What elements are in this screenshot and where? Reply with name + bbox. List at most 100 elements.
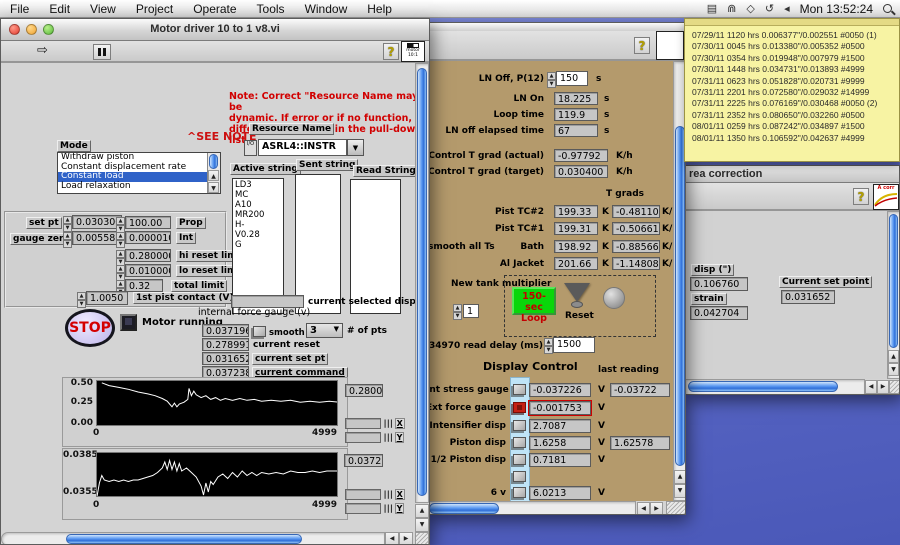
lo-reset-spinner[interactable]: ▲ ▼ [116, 265, 125, 281]
new-tank-spinner[interactable]: ▲ ▼ [453, 304, 462, 320]
horizontal-scrollbar-thumb[interactable] [66, 534, 302, 544]
scroll-down-arrow[interactable]: ▼ [674, 484, 685, 498]
num-pts-dropdown[interactable]: 3 ▼ [306, 323, 343, 338]
binoculars-menu-icon[interactable]: ⋒ [727, 2, 736, 15]
acorr-vi-icon[interactable]: A corr [873, 184, 899, 210]
horizontal-scrollbar-thumb[interactable] [688, 381, 838, 392]
help-button[interactable]: ? [853, 188, 869, 205]
y-scale-icon[interactable]: Y [394, 432, 405, 443]
run-button[interactable]: ⇨ [37, 43, 48, 58]
close-button[interactable] [9, 24, 20, 35]
mode-item-load-relax[interactable]: Load relaxation [58, 181, 207, 192]
lo-reset-value[interactable]: 0.010000 [125, 264, 171, 277]
sticky-notes-body[interactable]: 07/29/11 1120 hrs 0.006377"/0.002551 #00… [685, 26, 899, 144]
scroll-right-arrow[interactable]: ▶ [877, 380, 889, 394]
loop-150sec-button[interactable]: 150-sec Loop [512, 287, 556, 324]
prop-value[interactable]: 100.00 [125, 216, 171, 229]
graph1-x-scale-palette[interactable]: ┃┃┃ X [345, 418, 405, 429]
scroll-up-arrow[interactable]: ▲ [888, 350, 899, 363]
pause-button[interactable] [93, 44, 111, 60]
help-button[interactable]: ? [383, 43, 399, 60]
tgrad-target-value[interactable]: 0.030400 [554, 165, 608, 178]
sticky-notes-titlebar[interactable] [685, 19, 899, 26]
menu-edit[interactable]: Edit [39, 2, 80, 16]
scroll-right-arrow[interactable]: ▶ [399, 532, 413, 544]
scroll-up-arrow[interactable]: ▲ [415, 504, 429, 518]
half-piston-disp-toggle[interactable] [513, 454, 526, 465]
vertical-scrollbar[interactable]: ▲ ▼ [887, 211, 899, 379]
mode-listbox-scrollbar[interactable]: ▲ ▼ [207, 153, 220, 193]
total-limit-value[interactable]: 0.32 [125, 279, 163, 292]
scroll-up-arrow[interactable]: ▲ [674, 470, 685, 484]
horizontal-scrollbar[interactable] [685, 379, 865, 394]
vi-icon[interactable] [656, 31, 684, 60]
menu-help[interactable]: Help [357, 2, 402, 16]
zoom-button[interactable] [43, 24, 54, 35]
horizontal-scrollbar[interactable] [1, 532, 385, 544]
x-scale-icon[interactable]: X [394, 489, 405, 500]
menu-view[interactable]: View [80, 2, 126, 16]
hi-reset-value[interactable]: 0.280000 [125, 249, 171, 262]
vertical-scrollbar-thumb[interactable] [675, 126, 685, 466]
resize-grip[interactable] [666, 501, 685, 514]
scroll-right-arrow[interactable]: ▶ [650, 502, 663, 514]
scroll-down-arrow[interactable]: ▼ [888, 363, 899, 376]
resize-grip[interactable] [415, 532, 429, 544]
read-string-box[interactable] [350, 179, 401, 314]
prop-spinner[interactable]: ▲ ▼ [116, 217, 125, 233]
spare-toggle[interactable] [513, 471, 526, 482]
resource-name-combo[interactable]: ASRL4::INSTR [258, 139, 347, 156]
minimize-button[interactable] [26, 24, 37, 35]
hi-reset-spinner[interactable]: ▲ ▼ [116, 250, 125, 266]
set-pt-spinner[interactable]: ▲ ▼ [63, 216, 72, 232]
reset-funnel-button[interactable] [564, 283, 590, 302]
scroll-left-arrow[interactable]: ◀ [385, 532, 399, 544]
int-value[interactable]: 0.000010 [125, 231, 171, 244]
horizontal-scrollbar[interactable] [426, 501, 636, 514]
resource-dropdown-arrow[interactable]: ▼ [347, 139, 364, 156]
resize-grip[interactable] [889, 380, 899, 394]
read-delay-spinner[interactable]: ▲ ▼ [544, 338, 553, 354]
vertical-scrollbar-thumb[interactable] [889, 214, 898, 348]
six-v-toggle[interactable] [513, 487, 526, 498]
mode-scroll-down[interactable]: ▼ [208, 182, 219, 193]
mode-scroll-up[interactable]: ▲ [208, 170, 219, 181]
ext-force-gauge-toggle[interactable] [513, 402, 526, 413]
new-tank-value[interactable]: 1 [463, 304, 479, 318]
menu-clock[interactable]: Mon 13:52:24 [800, 2, 873, 16]
horizontal-scrollbar-thumb[interactable] [429, 503, 499, 514]
spotlight-icon[interactable] [883, 4, 892, 13]
pist-contact-spinner[interactable]: ▲ ▼ [77, 292, 86, 308]
read-delay-value[interactable]: 1500 [553, 337, 595, 353]
set-pt-value[interactable]: 0.030300 [72, 215, 122, 229]
menu-window[interactable]: Window [295, 2, 358, 16]
stop-button[interactable]: STOP [65, 309, 115, 347]
sent-string-box[interactable] [295, 174, 341, 314]
scroll-down-arrow[interactable]: ▼ [415, 518, 429, 532]
pist-contact-value[interactable]: 1.0050 [86, 291, 128, 305]
smooth-toggle[interactable] [253, 326, 266, 337]
gauge-zero-spinner[interactable]: ▲ ▼ [63, 232, 72, 248]
y-scale-icon[interactable]: Y [394, 503, 405, 514]
int-spinner[interactable]: ▲ ▼ [116, 232, 125, 248]
menu-operate[interactable]: Operate [183, 2, 246, 16]
airport-menu-icon[interactable]: ◇ [746, 2, 754, 15]
help-button[interactable]: ? [634, 37, 650, 54]
motor-running-led[interactable] [120, 314, 137, 331]
motor-vi-icon[interactable]: motor 10:1 [401, 41, 425, 62]
ln-off-spinner[interactable]: ▲ ▼ [547, 72, 556, 88]
mode-listbox[interactable]: Withdraw piston Constant displacement ra… [57, 152, 221, 194]
gauge-zero-value[interactable]: 0.005586 [72, 231, 122, 245]
menu-project[interactable]: Project [126, 2, 183, 16]
menu-file[interactable]: File [0, 2, 39, 16]
control-panel-titlebar[interactable] [426, 23, 685, 31]
piston-disp-toggle[interactable] [513, 437, 526, 448]
mode-scroll-thumb[interactable] [209, 154, 218, 169]
ln-off-value[interactable]: 150 [556, 71, 588, 86]
x-scale-icon[interactable]: X [394, 418, 405, 429]
menu-tools[interactable]: Tools [247, 2, 295, 16]
graph2-y-scale-palette[interactable]: ┃┃┃ Y [345, 503, 405, 514]
vertical-scrollbar[interactable] [415, 63, 429, 503]
printer-menu-icon[interactable]: ▤ [707, 2, 717, 15]
int-stress-gauge-toggle[interactable] [513, 384, 526, 395]
